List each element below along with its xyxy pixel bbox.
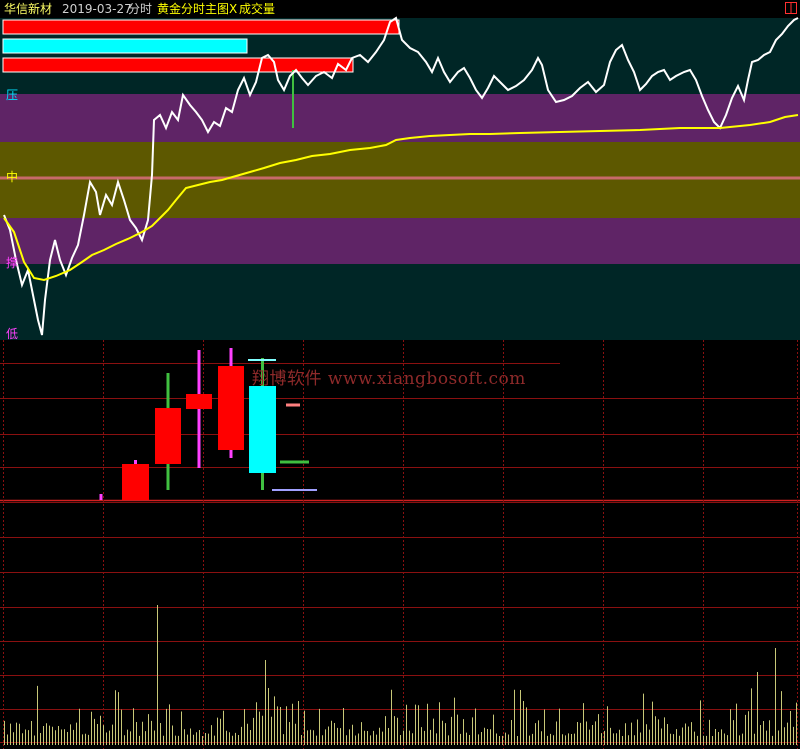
volume-label[interactable]: 成交量 [239,0,275,18]
middle-band [0,142,800,218]
candle-body [218,366,244,450]
pressure-band [0,94,800,142]
support-band [0,218,800,264]
candle-body [122,464,149,500]
window-toggle-icon[interactable] [785,2,797,14]
chart-grid [0,340,800,749]
strength-bar-cyan [2,38,248,54]
chart-date: 2019-03-27 [62,2,132,16]
chart-mode: 分时 [128,2,153,16]
candle-body [155,408,181,464]
zone-label-middle: 中 [6,170,19,184]
zone-label-pressure: 压 [6,88,19,102]
chart-header: 华信新材 2019-03-27 分时 黄金分时主图X 成交量 [0,0,800,18]
stock-name: 华信新材 [4,2,53,16]
candle-body [249,386,276,473]
candle-body [186,394,212,409]
indicator-name[interactable]: 黄金分时主图X [157,0,237,18]
watermark-text: 翔博软件 www.xiangbosoft.com [252,369,526,389]
zone-label-support: 撑 [6,256,19,270]
strength-bar-red-1 [2,19,400,35]
zone-label-low: 低 [6,327,19,341]
strength-bar-red-2 [2,57,354,73]
